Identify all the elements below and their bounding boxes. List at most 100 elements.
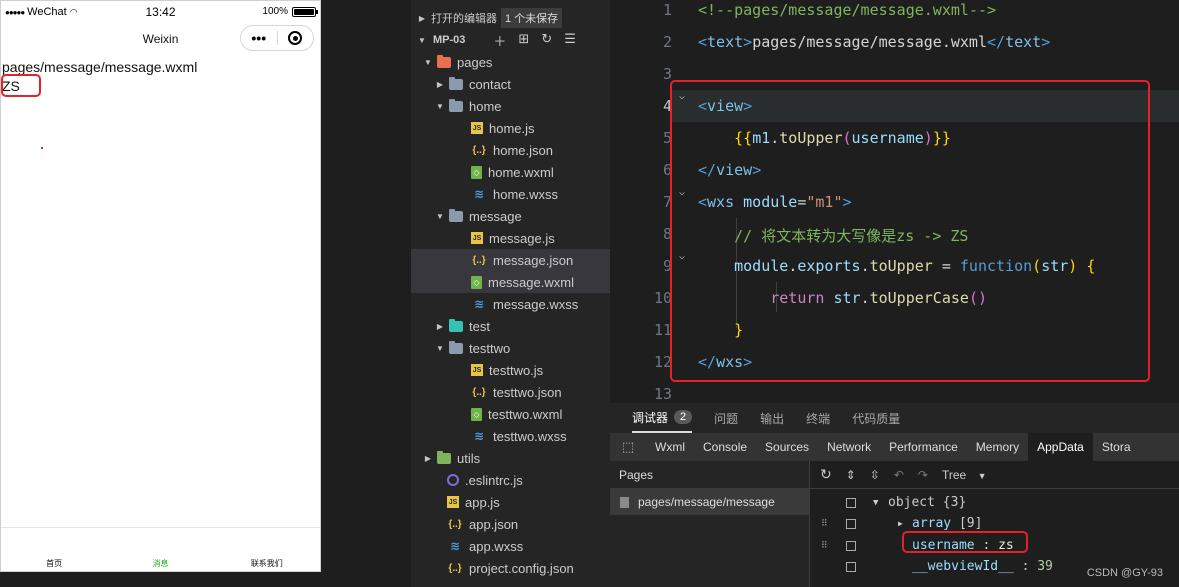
tab-console[interactable]: Console xyxy=(694,433,756,461)
tree-item-label: app.js xyxy=(465,494,500,510)
expand-all-icon[interactable]: ⇕ xyxy=(846,468,856,482)
wxml-icon: ◇ xyxy=(471,165,482,179)
collapse-all-icon[interactable]: ☰ xyxy=(564,31,576,50)
tree-item-message[interactable]: ▼ message xyxy=(411,205,610,227)
tree-item-label: home xyxy=(469,98,502,114)
js-icon: JS xyxy=(471,122,483,134)
tree-item-home-wxml[interactable]: ◇ home.wxml xyxy=(411,161,610,183)
tree-item-label: .eslintrc.js xyxy=(465,472,523,488)
tree-item-app-js[interactable]: JS app.js xyxy=(411,491,610,513)
devtools-panel-tabs: ⬚ Wxml Console Sources Network Performan… xyxy=(610,433,1179,461)
open-editors-header[interactable]: ▶ 打开的编辑器 1 个未保存 xyxy=(411,7,610,29)
tree-item-label: message.json xyxy=(493,252,574,268)
line-number: 12 xyxy=(653,353,672,371)
tab-storage[interactable]: Stora xyxy=(1093,433,1140,461)
caret-right-icon: ▶ xyxy=(424,453,432,463)
code-editor[interactable]: 1 2 3 4 5 6 7 8 9 10 11 12 13 ⌵ ⌵ ⌵ <!--pages/messag… xyxy=(610,0,1179,403)
wxss-icon: ≋ xyxy=(473,297,485,311)
tab-appdata[interactable]: AppData xyxy=(1028,433,1093,461)
page-entry[interactable]: pages/message/message xyxy=(610,489,809,515)
tree-item-contact[interactable]: ▶ contact xyxy=(411,73,610,95)
close-miniprogram-icon[interactable] xyxy=(278,31,314,45)
tree-item-testtwo[interactable]: ▼ testtwo xyxy=(411,337,610,359)
tree-item-label: test xyxy=(469,318,490,334)
status-bar: ●●●●● WeChat ◠ 13:42 100% xyxy=(1,1,320,25)
tree-item--eslintrc-js[interactable]: .eslintrc.js xyxy=(411,469,610,491)
new-folder-icon[interactable]: ⊞ xyxy=(518,31,529,50)
checkbox-icon[interactable] xyxy=(846,540,856,551)
tab-output[interactable]: 输出 xyxy=(760,410,784,427)
caret-right-icon: ▶ xyxy=(436,79,444,89)
refresh-icon[interactable]: ↻ xyxy=(820,466,832,483)
line-number: 3 xyxy=(662,65,672,83)
tree-item-message-wxml[interactable]: ◇ message.wxml xyxy=(411,271,610,293)
tree-item-message-json[interactable]: {..} message.json xyxy=(411,249,610,271)
line-number: 5 xyxy=(662,129,672,147)
tab-wxml[interactable]: Wxml xyxy=(646,433,694,461)
checkbox-icon[interactable] xyxy=(846,497,856,508)
more-icon[interactable]: ••• xyxy=(241,30,277,46)
tree-item-app-wxss[interactable]: ≋ app.wxss xyxy=(411,535,610,557)
drag-handle-icon[interactable]: ⠿ xyxy=(821,541,828,551)
highlight-box-code xyxy=(670,80,1150,382)
view-mode-select[interactable]: Tree ▼ xyxy=(942,468,987,482)
tab-performance[interactable]: Performance xyxy=(880,433,967,461)
undo-icon[interactable]: ↶ xyxy=(894,468,904,482)
tree-item-home[interactable]: ▼ home xyxy=(411,95,610,117)
folder-icon xyxy=(449,98,463,112)
dropdown-arrow-icon: ▼ xyxy=(977,470,987,481)
checkbox-icon[interactable] xyxy=(846,518,856,529)
tree-item-home-json[interactable]: {..} home.json xyxy=(411,139,610,161)
tree-item-label: testtwo.json xyxy=(493,384,562,400)
line-number: 4 xyxy=(662,97,672,115)
page-file-icon xyxy=(620,496,629,508)
project-name: MP-03 xyxy=(433,34,466,46)
project-header[interactable]: ▼ MP-03 ＋ ⊞ ↻ ☰ xyxy=(411,29,610,51)
tree-item-test[interactable]: ▶ test xyxy=(411,315,610,337)
tree-item-message-js[interactable]: JS message.js xyxy=(411,227,610,249)
tree-item-message-wxss[interactable]: ≋ message.wxss xyxy=(411,293,610,315)
tree-item-utils[interactable]: ▶ utils xyxy=(411,447,610,469)
wxml-icon: ◇ xyxy=(471,407,482,421)
caret-down-icon: ▼ xyxy=(436,101,444,111)
tab-code-quality[interactable]: 代码质量 xyxy=(852,410,900,427)
tab-sources[interactable]: Sources xyxy=(756,433,818,461)
tree-item-label: project.config.json xyxy=(469,560,574,576)
tab-memory[interactable]: Memory xyxy=(967,433,1028,461)
watermark: CSDN @GY-93 xyxy=(1086,567,1163,579)
tree-item-testtwo-wxml[interactable]: ◇ testtwo.wxml xyxy=(411,403,610,425)
drag-handle-icon[interactable]: ⠿ xyxy=(821,519,828,529)
pages-header: Pages xyxy=(610,461,809,489)
capsule-menu[interactable]: ••• xyxy=(240,25,314,51)
tab-problems[interactable]: 问题 xyxy=(714,410,738,427)
refresh-icon[interactable]: ↻ xyxy=(541,31,552,50)
open-editors-label: 打开的编辑器 xyxy=(431,13,497,25)
tree-item-pages[interactable]: ▼ pages xyxy=(411,51,610,73)
tab-terminal[interactable]: 终端 xyxy=(806,410,830,427)
tab-bar: 首页 消息 联系我们 xyxy=(1,527,320,571)
checkbox-icon[interactable] xyxy=(846,561,856,572)
tree-item-label: pages xyxy=(457,54,493,70)
tree-item-label: testtwo xyxy=(469,340,511,356)
tree-item-testtwo-js[interactable]: JS testtwo.js xyxy=(411,359,610,381)
new-file-icon[interactable]: ＋ xyxy=(493,31,506,50)
tree-item-app-json[interactable]: {..} app.json xyxy=(411,513,610,535)
tree-item-label: utils xyxy=(457,450,481,466)
tree-item-home-wxss[interactable]: ≋ home.wxss xyxy=(411,183,610,205)
tab-contact[interactable]: 联系我们 xyxy=(214,528,320,571)
battery-icon xyxy=(292,6,318,17)
tree-item-project-config-json[interactable]: {..} project.config.json xyxy=(411,557,610,579)
collapse-all-icon[interactable]: ⇳ xyxy=(870,468,880,482)
devtools-panel: 调试器 2 问题 输出 终端 代码质量 ⬚ Wxml Console Sourc… xyxy=(610,403,1179,587)
tree-item-home-js[interactable]: JS home.js xyxy=(411,117,610,139)
inspect-element-icon[interactable]: ⬚ xyxy=(610,439,646,455)
tab-message[interactable]: 消息 xyxy=(107,528,213,571)
tab-network[interactable]: Network xyxy=(818,433,880,461)
tab-home[interactable]: 首页 xyxy=(1,528,107,571)
tree-item-testtwo-json[interactable]: {..} testtwo.json xyxy=(411,381,610,403)
tree-item-label: testtwo.wxss xyxy=(493,428,567,444)
tab-debugger[interactable]: 调试器 2 xyxy=(632,403,693,433)
tree-item-testtwo-wxss[interactable]: ≋ testtwo.wxss xyxy=(411,425,610,447)
tree-item-label: app.wxss xyxy=(469,538,524,554)
redo-icon[interactable]: ↷ xyxy=(918,468,928,482)
